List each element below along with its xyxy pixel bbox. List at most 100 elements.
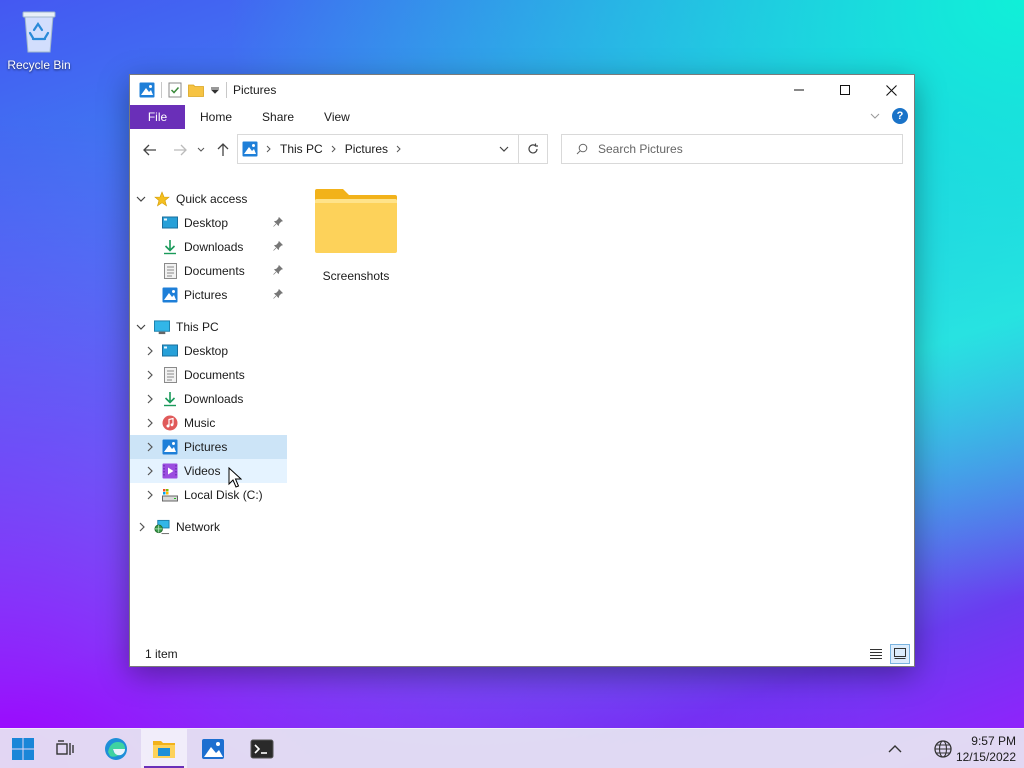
details-view-button[interactable] xyxy=(866,644,886,664)
recent-locations-button[interactable] xyxy=(194,140,208,160)
recycle-bin-shortcut[interactable]: Recycle Bin xyxy=(6,8,72,72)
status-bar: 1 item xyxy=(130,642,914,666)
file-explorer-window: Pictures File Home Share View ? This PC … xyxy=(129,74,915,667)
tree-pc-videos[interactable]: Videos xyxy=(130,459,287,483)
star-icon xyxy=(154,191,170,207)
maximize-button[interactable] xyxy=(822,75,868,105)
edge-taskbar-button[interactable] xyxy=(93,729,139,768)
chevron-right-icon[interactable] xyxy=(139,522,145,532)
video-icon xyxy=(162,463,178,479)
chevron-down-icon xyxy=(197,147,205,152)
chevron-right-icon[interactable] xyxy=(266,145,272,153)
refresh-button[interactable] xyxy=(518,135,547,163)
search-input[interactable] xyxy=(598,142,878,156)
tree-quick-desktop[interactable]: Desktop xyxy=(130,211,287,235)
music-icon xyxy=(162,415,178,431)
terminal-taskbar-button[interactable] xyxy=(239,729,285,768)
search-icon xyxy=(576,143,588,155)
file-explorer-taskbar-button[interactable] xyxy=(141,729,187,768)
network-icon xyxy=(154,519,170,535)
properties-icon[interactable] xyxy=(168,82,182,98)
tree-this-pc[interactable]: This PC xyxy=(130,315,287,339)
folder-item[interactable]: Screenshots xyxy=(310,187,402,283)
desktop-icon xyxy=(162,216,178,229)
chevron-down-icon[interactable] xyxy=(136,324,146,330)
chevron-right-icon[interactable] xyxy=(147,442,153,452)
tree-network[interactable]: Network xyxy=(130,515,287,539)
desktop-icon xyxy=(162,344,178,357)
clock-time: 9:57 PM xyxy=(971,734,1016,748)
tree-label: This PC xyxy=(176,320,219,334)
tree-pc-desktop[interactable]: Desktop xyxy=(130,339,287,363)
tree-label: Desktop xyxy=(184,344,229,358)
tree-pc-pictures[interactable]: Pictures xyxy=(130,435,287,459)
item-count: 1 item xyxy=(145,647,178,661)
tree-label: Desktop xyxy=(184,216,229,230)
title-bar: Pictures xyxy=(130,75,914,105)
details-view-icon xyxy=(870,649,882,659)
chevron-right-icon[interactable] xyxy=(396,145,402,153)
chevron-right-icon[interactable] xyxy=(147,346,153,356)
tab-share[interactable]: Share xyxy=(247,105,309,129)
tree-quick-pictures[interactable]: Pictures xyxy=(130,283,287,307)
help-button[interactable]: ? xyxy=(892,108,908,124)
tree-label: Downloads xyxy=(184,240,244,254)
show-hidden-icons-button[interactable] xyxy=(872,729,918,768)
address-history-dropdown[interactable] xyxy=(490,146,518,152)
edge-browser-icon xyxy=(105,738,127,760)
customize-qa-chevron-icon[interactable] xyxy=(210,85,220,95)
photos-taskbar-button[interactable] xyxy=(190,729,236,768)
new-folder-icon[interactable] xyxy=(188,83,204,97)
tree-quick-downloads[interactable]: Downloads xyxy=(130,235,287,259)
breadcrumb-this-pc[interactable]: This PC xyxy=(280,142,323,156)
tree-pc-downloads[interactable]: Downloads xyxy=(130,387,287,411)
tree-pc-music[interactable]: Music xyxy=(130,411,287,435)
chevron-right-icon[interactable] xyxy=(147,394,153,404)
tree-pc-documents[interactable]: Documents xyxy=(130,363,287,387)
separator xyxy=(161,82,162,98)
tab-home[interactable]: Home xyxy=(185,105,247,129)
folder-name: Screenshots xyxy=(322,269,390,283)
maximize-icon xyxy=(840,85,850,95)
minimize-button[interactable] xyxy=(776,75,822,105)
windows-logo-icon xyxy=(12,738,34,760)
pin-icon[interactable] xyxy=(273,264,284,275)
search-box[interactable] xyxy=(561,134,903,164)
chevron-right-icon[interactable] xyxy=(147,466,153,476)
close-button[interactable] xyxy=(868,75,914,105)
chevron-up-icon xyxy=(888,745,902,753)
chevron-right-icon[interactable] xyxy=(331,145,337,153)
task-view-button[interactable] xyxy=(42,729,88,768)
tree-label: Network xyxy=(176,520,221,534)
taskbar-clock[interactable]: 9:57 PM 12/15/2022 xyxy=(956,733,1016,765)
download-icon xyxy=(164,240,176,255)
tab-view[interactable]: View xyxy=(309,105,365,129)
arrow-right-icon xyxy=(174,144,187,156)
address-bar[interactable]: This PC Pictures xyxy=(237,134,548,164)
tree-pc-local-disk[interactable]: Local Disk (C:) xyxy=(130,483,287,507)
tree-quick-documents[interactable]: Documents xyxy=(130,259,287,283)
tree-quick-access[interactable]: Quick access xyxy=(130,187,287,211)
close-icon xyxy=(885,84,897,96)
back-button[interactable] xyxy=(140,140,160,160)
tree-label: Pictures xyxy=(184,288,228,302)
pin-icon[interactable] xyxy=(273,288,284,299)
expand-ribbon-chevron-icon[interactable] xyxy=(870,112,880,120)
pictures-icon xyxy=(162,287,178,303)
chevron-right-icon[interactable] xyxy=(147,490,153,500)
chevron-down-icon[interactable] xyxy=(136,196,146,202)
large-icons-view-button[interactable] xyxy=(890,644,910,664)
chevron-right-icon[interactable] xyxy=(147,370,153,380)
recycle-bin-label: Recycle Bin xyxy=(7,58,71,72)
start-button[interactable] xyxy=(0,729,46,768)
recycle-bin-icon xyxy=(22,11,56,53)
pictures-icon xyxy=(242,141,258,157)
tree-label: Videos xyxy=(184,464,221,478)
forward-button[interactable] xyxy=(170,140,190,160)
tab-file[interactable]: File xyxy=(130,105,185,129)
up-button[interactable] xyxy=(213,140,233,160)
pin-icon[interactable] xyxy=(273,216,284,227)
breadcrumb-pictures[interactable]: Pictures xyxy=(345,142,388,156)
chevron-right-icon[interactable] xyxy=(147,418,153,428)
pin-icon[interactable] xyxy=(273,240,284,251)
